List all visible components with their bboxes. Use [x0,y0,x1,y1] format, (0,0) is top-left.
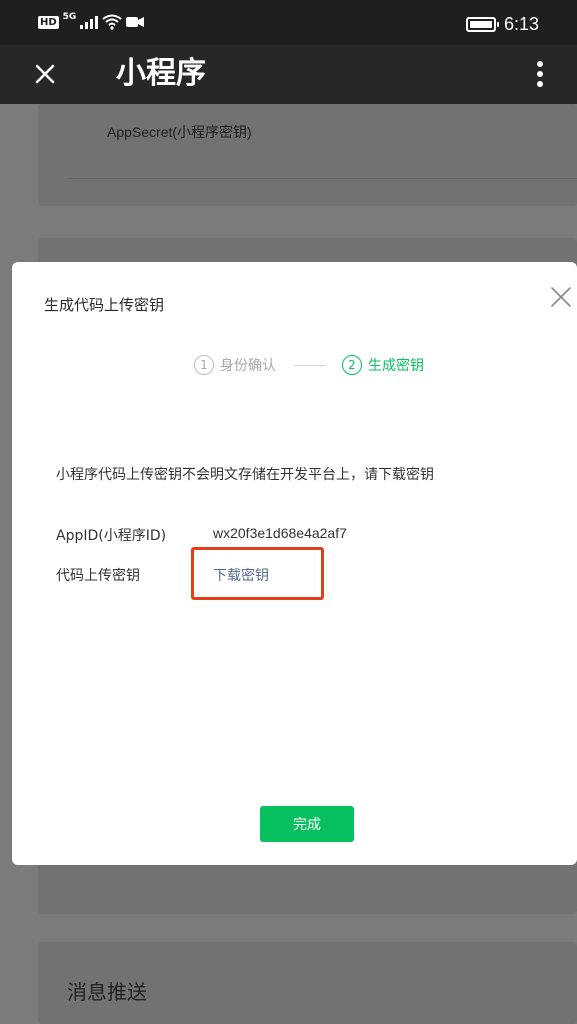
nav-bar: 小程序 [0,45,577,104]
appsecret-card [38,104,577,206]
generate-key-dialog: 生成代码上传密钥 1 身份确认 2 生成密钥 小程序代码上传密钥不会明文存储在开… [12,262,577,865]
status-bar: HD 5G 6:13 [0,0,577,45]
step-label: 生成密钥 [368,358,424,374]
more-vertical-icon[interactable] [528,59,552,91]
video-icon [126,17,145,27]
step-number: 2 [342,355,362,375]
divider [68,178,577,179]
status-time: 6:13 [503,14,539,34]
close-icon[interactable] [550,286,572,308]
page-title: 小程序 [116,56,206,91]
battery-icon [465,17,499,32]
hd-badge: HD [38,15,59,29]
status-left: HD 5G [38,12,145,30]
wifi-icon [102,14,122,30]
message-push-heading: 消息推送 [67,980,147,1004]
done-button[interactable]: 完成 [260,806,354,842]
dialog-title: 生成代码上传密钥 [44,296,165,314]
appid-label: AppID(小程序ID) [56,528,167,544]
status-right: 6:13 [465,14,539,35]
signal-icon [80,16,99,29]
step-identity-confirm: 1 身份确认 [194,355,276,375]
step-number: 1 [194,355,214,375]
step-indicator: 1 身份确认 2 生成密钥 [194,355,424,375]
highlight-box [191,547,324,600]
upload-key-label: 代码上传密钥 [56,568,140,584]
step-label: 身份确认 [220,358,276,374]
appsecret-label: AppSecret(小程序密钥) [107,124,252,140]
step-divider [294,364,326,366]
appid-value: wx20f3e1d68e4a2af7 [213,525,347,541]
network-type: 5G [62,12,77,22]
notice-text: 小程序代码上传密钥不会明文存储在开发平台上，请下载密钥 [56,467,434,483]
close-icon[interactable] [28,57,62,91]
step-generate-key: 2 生成密钥 [342,355,424,375]
